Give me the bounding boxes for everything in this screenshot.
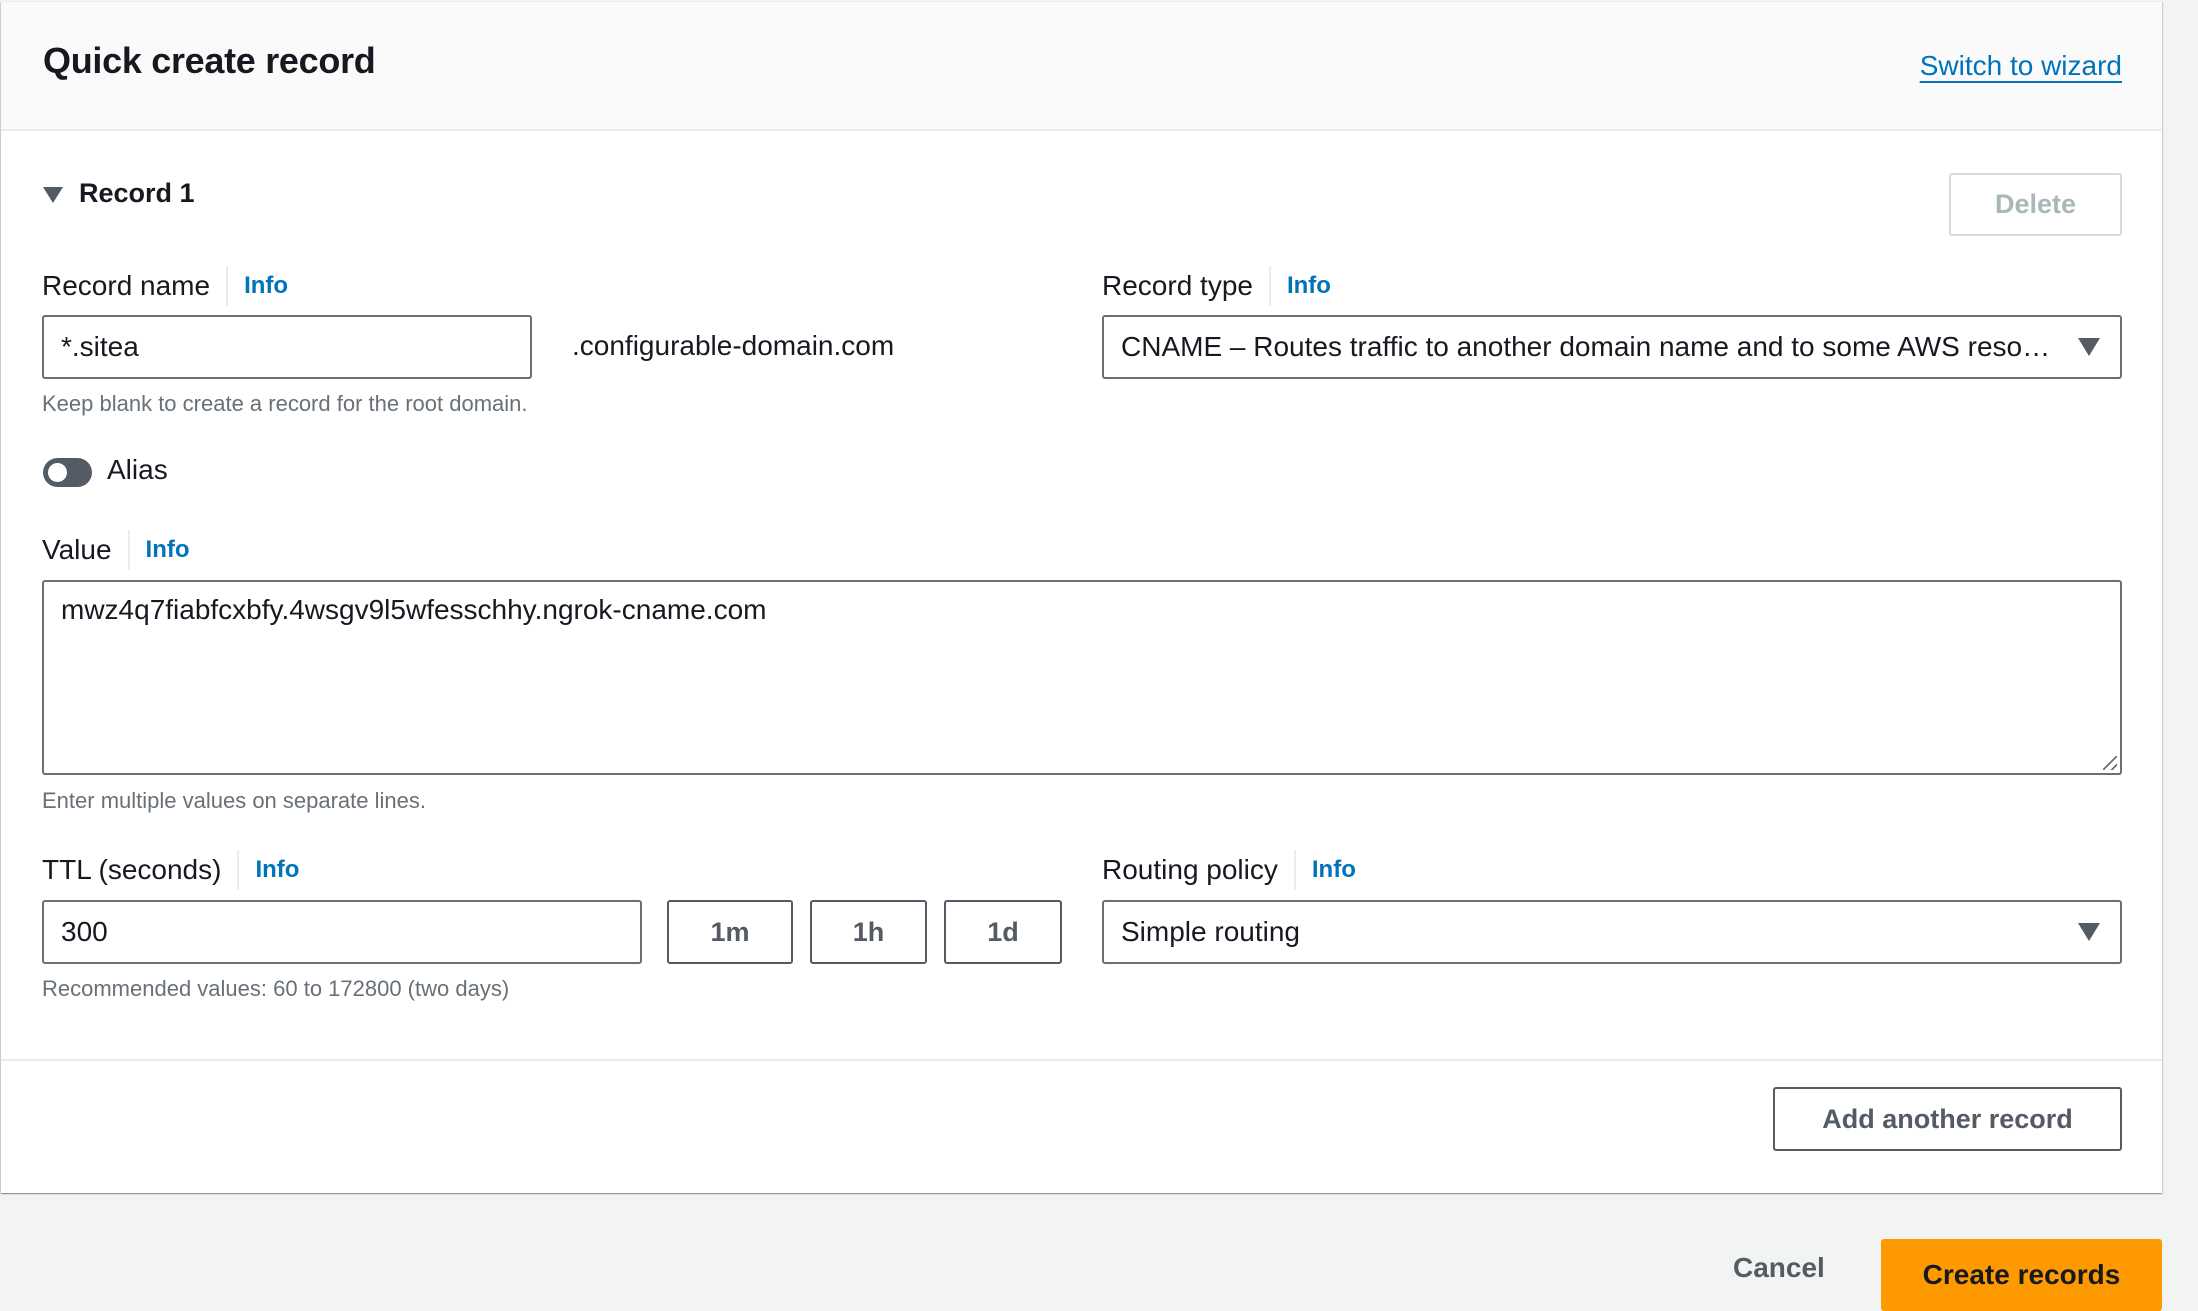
ttl-value: 300	[61, 916, 108, 947]
routing-policy-selected: Simple routing	[1121, 916, 1300, 947]
value-info-link[interactable]: Info	[146, 536, 190, 564]
record-name-label-row: Record name Info	[42, 266, 288, 306]
value-hint: Enter multiple values on separate lines.	[42, 788, 426, 813]
label-divider	[237, 850, 240, 890]
ttl-preset-1h-button[interactable]: 1h	[810, 900, 927, 964]
add-another-record-button[interactable]: Add another record	[1773, 1087, 2122, 1151]
record-type-select[interactable]: CNAME – Routes traffic to another domain…	[1102, 315, 2122, 379]
resize-handle-icon[interactable]	[2103, 756, 2117, 770]
cancel-button[interactable]: Cancel	[1733, 1252, 1825, 1284]
record-type-info-link[interactable]: Info	[1287, 272, 1331, 300]
quick-create-panel: Quick create record Switch to wizard Rec…	[1, 1, 2162, 1193]
value-text: mwz4q7fiabfcxbfy.4wsgv9l5wfesschhy.ngrok…	[61, 594, 767, 625]
caret-down-icon	[2078, 338, 2100, 356]
panel-header: Quick create record Switch to wizard	[1, 2, 2162, 131]
switch-to-wizard-link[interactable]: Switch to wizard	[1920, 50, 2122, 82]
routing-policy-label: Routing policy	[1102, 854, 1278, 885]
record-section-title: Record 1	[79, 178, 195, 208]
alias-toggle[interactable]	[43, 458, 92, 487]
record-type-label-row: Record type Info	[1102, 266, 1331, 306]
label-divider	[1293, 850, 1296, 890]
ttl-info-link[interactable]: Info	[255, 856, 299, 884]
ttl-label-row: TTL (seconds) Info	[42, 850, 299, 890]
label-divider	[226, 266, 229, 306]
footer-divider	[1, 1059, 2162, 1061]
record-type-label: Record type	[1102, 270, 1253, 301]
value-label-row: Value Info	[42, 530, 190, 570]
delete-button[interactable]: Delete	[1949, 173, 2122, 236]
domain-suffix: .configurable-domain.com	[572, 330, 895, 361]
label-divider	[1268, 266, 1271, 306]
record-type-selected: CNAME – Routes traffic to another domain…	[1121, 331, 2058, 362]
record-name-input[interactable]: *.sitea	[42, 315, 532, 379]
page-title: Quick create record	[43, 40, 376, 81]
record-1-expander[interactable]: Record 1	[43, 178, 195, 209]
ttl-input[interactable]: 300	[42, 900, 642, 964]
ttl-hint: Recommended values: 60 to 172800 (two da…	[42, 976, 510, 1001]
record-name-info-link[interactable]: Info	[244, 272, 288, 300]
routing-policy-select[interactable]: Simple routing	[1102, 900, 2122, 964]
label-divider	[127, 530, 130, 570]
create-records-button[interactable]: Create records	[1881, 1239, 2162, 1311]
record-name-label: Record name	[42, 270, 211, 301]
caret-down-icon	[43, 186, 63, 203]
routing-policy-label-row: Routing policy Info	[1102, 850, 1356, 890]
record-name-hint: Keep blank to create a record for the ro…	[42, 391, 528, 416]
record-name-value: *.sitea	[61, 331, 139, 362]
alias-label: Alias	[107, 454, 168, 485]
value-label: Value	[42, 534, 112, 565]
ttl-label: TTL (seconds)	[42, 854, 222, 885]
toggle-knob	[48, 463, 67, 482]
ttl-preset-1d-button[interactable]: 1d	[944, 900, 1062, 964]
ttl-preset-1m-button[interactable]: 1m	[667, 900, 793, 964]
routing-policy-info-link[interactable]: Info	[1312, 856, 1356, 884]
caret-down-icon	[2078, 923, 2100, 941]
value-textarea[interactable]: mwz4q7fiabfcxbfy.4wsgv9l5wfesschhy.ngrok…	[42, 580, 2122, 775]
